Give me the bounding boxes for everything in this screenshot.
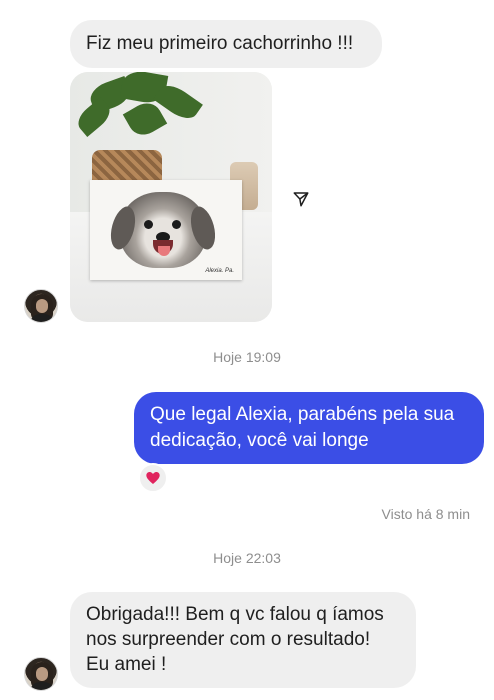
dog-drawing-card: Alexia. Pa. <box>90 180 242 280</box>
drawing-signature: Alexia. Pa. <box>205 268 234 274</box>
message-text: Que legal Alexia, parabéns pela sua dedi… <box>150 404 455 451</box>
photo-message[interactable]: Alexia. Pa. <box>70 72 272 322</box>
reaction-badge[interactable] <box>138 463 168 493</box>
message-line: Eu amei ! <box>86 654 167 675</box>
timestamp: Hoje 22:03 <box>213 550 281 566</box>
heart-icon <box>146 472 160 484</box>
message-line: Obrigada!!! Bem q vc falou q íamos <box>86 604 384 625</box>
dog-eye <box>172 220 181 229</box>
avatar[interactable] <box>24 289 58 323</box>
dog-tongue <box>158 246 170 256</box>
dog-head <box>106 192 220 268</box>
message-text: Fiz meu primeiro cachorrinho !!! <box>86 33 354 54</box>
paper-plane-icon <box>293 192 309 207</box>
seen-status: Visto há 8 min <box>381 506 470 522</box>
dog-ear <box>106 203 140 253</box>
share-button[interactable] <box>286 184 316 214</box>
message-bubble-outgoing[interactable]: Que legal Alexia, parabéns pela sua dedi… <box>134 392 484 464</box>
message-bubble-incoming[interactable]: Fiz meu primeiro cachorrinho !!! <box>70 20 382 68</box>
dog-eye <box>144 220 153 229</box>
message-line: nos surpreender com o resultado! <box>86 629 371 650</box>
dog-ear <box>186 203 220 253</box>
avatar[interactable] <box>24 657 58 691</box>
message-bubble-incoming[interactable]: Obrigada!!! Bem q vc falou q íamos nos s… <box>70 592 416 688</box>
timestamp: Hoje 19:09 <box>213 349 281 365</box>
